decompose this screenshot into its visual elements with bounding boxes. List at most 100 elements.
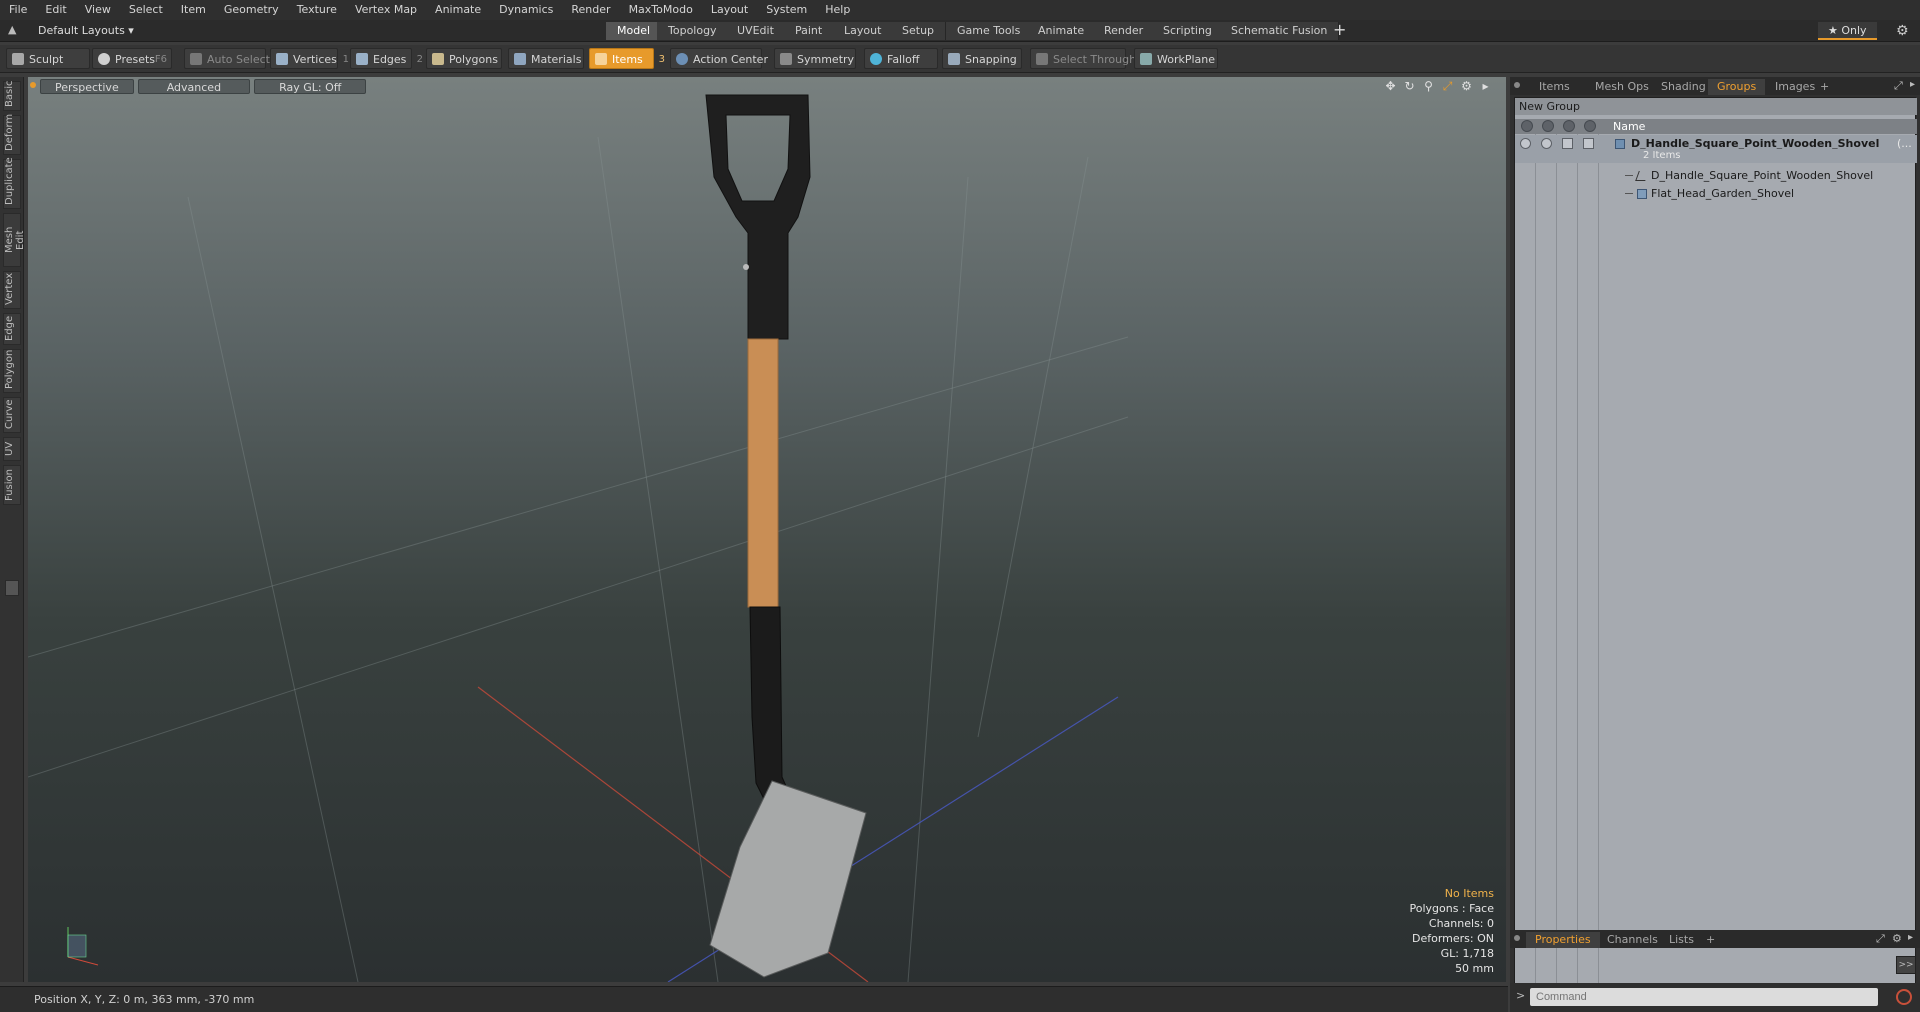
left-tab-basic[interactable]: Basic (3, 81, 21, 111)
viewport-perspective-button[interactable]: Perspective (40, 79, 134, 94)
left-tab-mesh-edit[interactable]: Mesh Edit (3, 213, 26, 267)
left-tab-duplicate[interactable]: Duplicate (3, 157, 21, 209)
menu-texture[interactable]: Texture (288, 0, 346, 20)
left-tab-polygon[interactable]: Polygon (3, 349, 21, 393)
left-tab-uv[interactable]: UV (3, 437, 21, 461)
auto-select-button[interactable]: Auto Select (184, 48, 270, 69)
add-panel-tab-icon[interactable]: + (1816, 79, 1833, 95)
menu-edit[interactable]: Edit (36, 0, 75, 20)
bottom-panel-menu-icon[interactable] (1514, 935, 1520, 941)
shovel-model[interactable] (705, 94, 867, 978)
viewport-settings-icon[interactable]: ⚙ (1460, 80, 1473, 93)
menu-dynamics[interactable]: Dynamics (490, 0, 562, 20)
bottom-maximize-icon[interactable]: ⤢ (1876, 932, 1885, 946)
group-select-checkbox[interactable] (1583, 138, 1594, 149)
tab-shading[interactable]: Shading (1652, 79, 1715, 95)
left-tab-fusion[interactable]: Fusion (3, 465, 21, 505)
render-column-icon[interactable] (1542, 120, 1554, 132)
materials-button[interactable]: Materials (508, 48, 584, 69)
layout-toggle-icon[interactable]: ▲ (8, 23, 22, 37)
app-window: File Edit View Select Item Geometry Text… (0, 0, 1920, 1012)
panel-menu-icon[interactable] (1514, 82, 1520, 88)
settings-gear-icon[interactable]: ⚙ (1896, 22, 1909, 40)
panel-maximize-icon[interactable]: ⤢ (1894, 79, 1903, 93)
pan-icon[interactable]: ✥ (1384, 80, 1397, 93)
workplane-button[interactable]: WorkPlane (1134, 48, 1218, 69)
menu-item[interactable]: Item (172, 0, 215, 20)
polygons-button[interactable]: Polygons (426, 48, 502, 69)
group-lock-checkbox[interactable] (1562, 138, 1573, 149)
tab-items[interactable]: Items (1530, 79, 1579, 95)
layout-selector[interactable]: Default Layouts ▾ (38, 23, 134, 38)
group-render-icon[interactable] (1541, 138, 1552, 149)
command-record-icon[interactable] (1896, 989, 1912, 1005)
menu-system[interactable]: System (757, 0, 816, 20)
tab-mesh-ops[interactable]: Mesh Ops (1586, 79, 1658, 95)
add-tab-icon[interactable]: + (1333, 21, 1346, 39)
left-tab-vertex[interactable]: Vertex (3, 271, 21, 309)
panel-arrow-icon[interactable]: ▸ (1910, 79, 1915, 90)
vertices-button[interactable]: Vertices 1 (270, 48, 349, 69)
menu-geometry[interactable]: Geometry (215, 0, 288, 20)
menu-view[interactable]: View (76, 0, 120, 20)
new-group-button[interactable]: New Group (1515, 98, 1917, 115)
tab-channels[interactable]: Channels (1598, 932, 1667, 948)
snapping-button[interactable]: Snapping (942, 48, 1022, 69)
group-visibility-eye-icon[interactable] (1520, 138, 1531, 149)
strip-expand-button[interactable] (5, 580, 19, 596)
select-through-button[interactable]: Select Through (1030, 48, 1136, 69)
lock-column-icon[interactable] (1563, 120, 1575, 132)
menu-help[interactable]: Help (816, 0, 859, 20)
select-column-icon[interactable] (1584, 120, 1596, 132)
sculpt-button[interactable]: Sculpt (6, 48, 90, 69)
symmetry-button[interactable]: Symmetry (774, 48, 856, 69)
tab-setup[interactable]: Setup (891, 22, 947, 40)
menu-vertex-map[interactable]: Vertex Map (346, 0, 426, 20)
tab-scripting[interactable]: Scripting (1152, 22, 1224, 40)
viewport-shading-button[interactable]: Advanced (137, 79, 251, 94)
menu-animate[interactable]: Animate (426, 0, 490, 20)
3d-viewport[interactable]: Perspective Advanced Ray GL: Off ✥ ↻ ⚲ ⤢… (28, 77, 1506, 982)
falloff-button[interactable]: Falloff (864, 48, 938, 69)
viewport-raygl-button[interactable]: Ray GL: Off (254, 79, 367, 94)
tab-schematic-fusion[interactable]: Schematic Fusion (1220, 22, 1340, 40)
command-input[interactable] (1530, 988, 1878, 1006)
menu-layout[interactable]: Layout (702, 0, 757, 20)
only-toggle[interactable]: ★ Only (1818, 22, 1877, 40)
viewport-menu-icon[interactable] (30, 82, 36, 88)
viewport-expand-icon[interactable]: ▸ (1479, 80, 1492, 93)
menu-render[interactable]: Render (562, 0, 619, 20)
tab-uvedit[interactable]: UVEdit (726, 22, 786, 40)
left-tab-deform[interactable]: Deform (3, 114, 21, 155)
tab-layout[interactable]: Layout (833, 22, 894, 40)
items-button[interactable]: Items 3 (589, 48, 665, 69)
action-center-button[interactable]: Action Center (670, 48, 768, 69)
tab-model[interactable]: Model (606, 22, 663, 40)
group-child-row[interactable]: Flat_Head_Garden_Shovel (1515, 185, 1917, 203)
left-tab-curve[interactable]: Curve (3, 397, 21, 433)
menu-maxtomodo[interactable]: MaxToModo (620, 0, 702, 20)
tab-topology[interactable]: Topology (657, 22, 729, 40)
left-tab-edge[interactable]: Edge (3, 313, 21, 345)
fit-icon[interactable]: ⤢ (1441, 80, 1454, 93)
add-bottom-tab-icon[interactable]: + (1702, 932, 1719, 948)
tab-game-tools[interactable]: Game Tools (946, 22, 1033, 40)
edges-button[interactable]: Edges 2 (350, 48, 423, 69)
rotate-icon[interactable]: ↻ (1403, 80, 1416, 93)
group-child-row[interactable]: D_Handle_Square_Point_Wooden_Shovel (1515, 167, 1917, 185)
visibility-column-icon[interactable] (1521, 120, 1533, 132)
zoom-icon[interactable]: ⚲ (1422, 80, 1435, 93)
bottom-settings-icon[interactable]: ⚙ (1892, 932, 1902, 945)
tab-lists[interactable]: Lists (1660, 932, 1703, 948)
tab-animate[interactable]: Animate (1027, 22, 1097, 40)
menu-select[interactable]: Select (120, 0, 172, 20)
tab-render[interactable]: Render (1093, 22, 1156, 40)
tab-groups[interactable]: Groups (1708, 79, 1766, 95)
presets-button[interactable]: Presets F6 (92, 48, 172, 69)
expand-button[interactable]: >> (1896, 956, 1916, 974)
menu-file[interactable]: File (0, 0, 36, 20)
tab-paint[interactable]: Paint (784, 22, 835, 40)
tab-properties[interactable]: Properties (1526, 932, 1600, 948)
bottom-arrow-icon[interactable]: ▸ (1908, 932, 1913, 943)
name-column-header[interactable]: Name (1613, 119, 1645, 134)
